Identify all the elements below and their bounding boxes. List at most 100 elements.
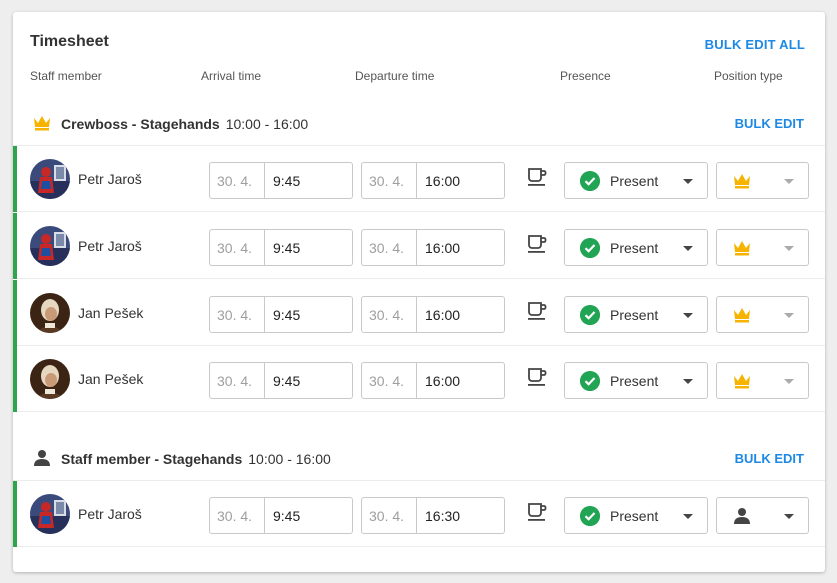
arrival-time-field[interactable]: 30. 4. 9:45: [209, 497, 353, 534]
arrival-time-field[interactable]: 30. 4. 9:45: [209, 362, 353, 399]
group-header-crewboss: Crewboss - Stagehands 10:00 - 16:00 BULK …: [13, 100, 825, 146]
staff-name: Petr Jaroš: [78, 506, 142, 522]
column-header-arrival: Arrival time: [201, 69, 262, 83]
timesheet-row: Petr Jaroš 30. 4. 9:45 30. 4. 16:30 Pres…: [13, 481, 825, 547]
group-header-staff-member: Staff member - Stagehands 10:00 - 16:00 B…: [13, 435, 825, 481]
departure-time-input[interactable]: 16:00: [417, 230, 504, 265]
timesheet-row: Petr Jaroš 30. 4. 9:45 30. 4. 16:00 Pres…: [13, 146, 825, 212]
timesheet-row: Jan Pešek 30. 4. 9:45 30. 4. 16:00 Prese…: [13, 346, 825, 412]
arrival-time-input[interactable]: 9:45: [265, 498, 352, 533]
person-icon: [734, 508, 750, 524]
status-bar: [13, 146, 17, 212]
person-icon: [34, 450, 50, 466]
arrival-date[interactable]: 30. 4.: [210, 297, 265, 332]
arrival-time-field[interactable]: 30. 4. 9:45: [209, 162, 353, 199]
presence-select[interactable]: Present: [564, 497, 708, 534]
status-bar: [13, 213, 17, 279]
avatar: [30, 359, 70, 399]
group-time: 10:00 - 16:00: [248, 451, 331, 467]
chevron-down-icon: [683, 379, 693, 384]
arrival-date[interactable]: 30. 4.: [210, 498, 265, 533]
chevron-down-icon: [683, 246, 693, 251]
page-title: Timesheet: [30, 33, 109, 50]
chevron-down-icon: [784, 379, 794, 384]
check-circle-icon: [580, 171, 600, 191]
arrival-time-field[interactable]: 30. 4. 9:45: [209, 296, 353, 333]
chevron-down-icon: [784, 514, 794, 519]
status-bar: [13, 280, 17, 346]
presence-value: Present: [610, 307, 659, 323]
coffee-cup-icon[interactable]: [526, 166, 548, 188]
staff-name: Jan Pešek: [78, 305, 144, 321]
bulk-edit-button[interactable]: BULK EDIT: [735, 116, 804, 131]
column-header-presence: Presence: [560, 69, 611, 83]
bulk-edit-button[interactable]: BULK EDIT: [735, 451, 804, 466]
chevron-down-icon: [683, 514, 693, 519]
departure-date[interactable]: 30. 4.: [362, 363, 417, 398]
staff-name: Petr Jaroš: [78, 171, 142, 187]
departure-date[interactable]: 30. 4.: [362, 498, 417, 533]
chevron-down-icon: [784, 179, 794, 184]
arrival-time-input[interactable]: 9:45: [265, 163, 352, 198]
presence-select[interactable]: Present: [564, 229, 708, 266]
position-type-select[interactable]: [716, 362, 809, 399]
bulk-edit-all-button[interactable]: BULK EDIT ALL: [705, 37, 805, 52]
presence-value: Present: [610, 508, 659, 524]
avatar: [30, 226, 70, 266]
avatar: [30, 494, 70, 534]
group-title: Crewboss - Stagehands 10:00 - 16:00: [61, 116, 309, 132]
presence-select[interactable]: Present: [564, 362, 708, 399]
arrival-date[interactable]: 30. 4.: [210, 363, 265, 398]
presence-select[interactable]: Present: [564, 296, 708, 333]
column-header-position: Position type: [714, 69, 783, 83]
departure-time-field[interactable]: 30. 4. 16:00: [361, 296, 505, 333]
chevron-down-icon: [784, 313, 794, 318]
departure-time-input[interactable]: 16:30: [417, 498, 504, 533]
group-time: 10:00 - 16:00: [225, 116, 309, 132]
crown-icon: [734, 308, 750, 323]
departure-time-input[interactable]: 16:00: [417, 363, 504, 398]
status-bar: [13, 481, 17, 547]
column-header-departure: Departure time: [355, 69, 435, 83]
chevron-down-icon: [683, 313, 693, 318]
departure-time-input[interactable]: 16:00: [417, 297, 504, 332]
coffee-cup-icon[interactable]: [526, 501, 548, 523]
timesheet-card: Timesheet BULK EDIT ALL Staff member Arr…: [13, 12, 825, 572]
departure-time-input[interactable]: 16:00: [417, 163, 504, 198]
status-bar: [13, 346, 17, 412]
arrival-time-field[interactable]: 30. 4. 9:45: [209, 229, 353, 266]
position-type-select[interactable]: [716, 229, 809, 266]
presence-select[interactable]: Present: [564, 162, 708, 199]
departure-date[interactable]: 30. 4.: [362, 163, 417, 198]
coffee-cup-icon[interactable]: [526, 366, 548, 388]
check-circle-icon: [580, 506, 600, 526]
check-circle-icon: [580, 371, 600, 391]
avatar: [30, 159, 70, 199]
departure-time-field[interactable]: 30. 4. 16:00: [361, 162, 505, 199]
departure-time-field[interactable]: 30. 4. 16:30: [361, 497, 505, 534]
position-type-select[interactable]: [716, 497, 809, 534]
departure-time-field[interactable]: 30. 4. 16:00: [361, 362, 505, 399]
position-type-select[interactable]: [716, 296, 809, 333]
coffee-cup-icon[interactable]: [526, 300, 548, 322]
arrival-date[interactable]: 30. 4.: [210, 230, 265, 265]
departure-date[interactable]: 30. 4.: [362, 230, 417, 265]
arrival-time-input[interactable]: 9:45: [265, 363, 352, 398]
position-type-select[interactable]: [716, 162, 809, 199]
departure-date[interactable]: 30. 4.: [362, 297, 417, 332]
presence-value: Present: [610, 373, 659, 389]
departure-time-field[interactable]: 30. 4. 16:00: [361, 229, 505, 266]
timesheet-row: Jan Pešek 30. 4. 9:45 30. 4. 16:00 Prese…: [13, 280, 825, 346]
arrival-date[interactable]: 30. 4.: [210, 163, 265, 198]
group-title: Staff member - Stagehands 10:00 - 16:00: [61, 451, 331, 467]
column-header-staff: Staff member: [30, 69, 102, 83]
coffee-cup-icon[interactable]: [526, 233, 548, 255]
check-circle-icon: [580, 305, 600, 325]
arrival-time-input[interactable]: 9:45: [265, 297, 352, 332]
chevron-down-icon: [784, 246, 794, 251]
crown-icon: [734, 374, 750, 389]
crown-icon: [734, 241, 750, 256]
arrival-time-input[interactable]: 9:45: [265, 230, 352, 265]
staff-name: Jan Pešek: [78, 371, 144, 387]
crown-icon: [34, 116, 50, 131]
